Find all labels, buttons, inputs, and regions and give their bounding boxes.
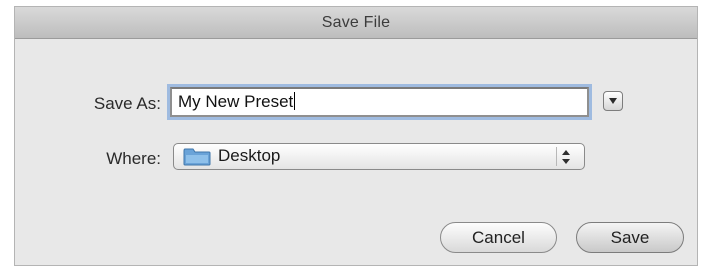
file-name-value: My New Preset — [178, 92, 294, 111]
text-caret — [294, 92, 296, 110]
location-popup[interactable]: Desktop — [173, 143, 585, 170]
file-name-input[interactable]: My New Preset — [170, 87, 589, 117]
save-file-dialog: Save File Save As: My New Preset Where: … — [14, 6, 698, 266]
location-value: Desktop — [218, 146, 281, 165]
up-down-arrows-icon — [562, 150, 570, 164]
dialog-title: Save File — [321, 14, 391, 31]
expand-browser-button[interactable] — [603, 91, 623, 111]
folder-icon — [183, 148, 211, 166]
title-bar: Save File — [15, 7, 697, 39]
cancel-button[interactable]: Cancel — [440, 222, 557, 253]
chevron-down-icon — [609, 98, 617, 104]
popup-stepper[interactable] — [556, 147, 574, 166]
where-label: Where: — [106, 149, 161, 168]
save-button[interactable]: Save — [576, 222, 684, 253]
save-as-label: Save As: — [93, 94, 161, 113]
